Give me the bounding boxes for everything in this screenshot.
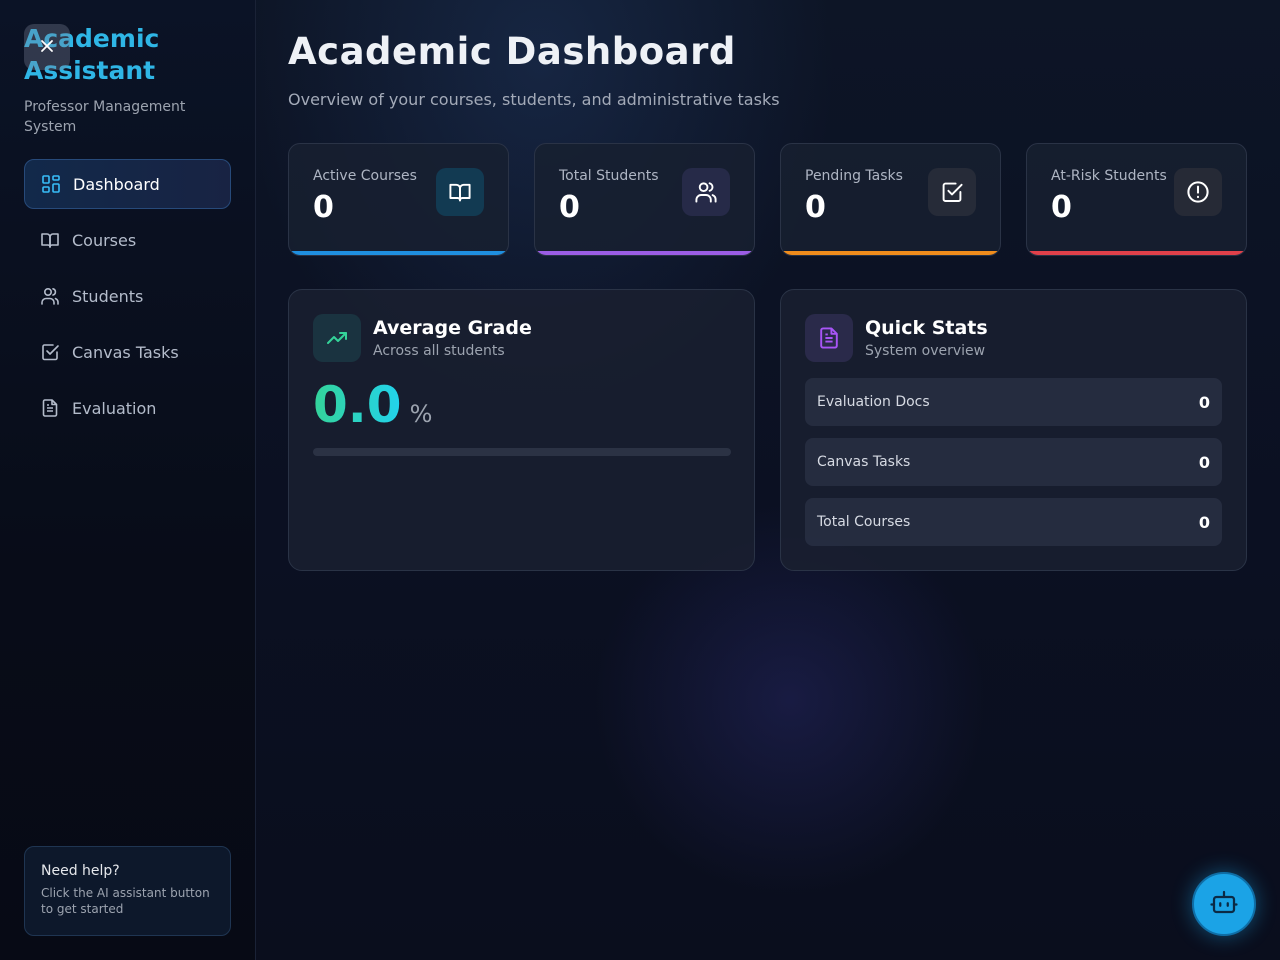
sidebar: Academic Assistant Professor Management … <box>0 0 256 960</box>
stat-card-at-risk-students[interactable]: At-Risk Students 0 <box>1026 143 1247 256</box>
brand-subtitle: Professor Management System <box>24 99 186 135</box>
close-icon <box>39 35 55 59</box>
stat-accent-bar <box>535 251 754 255</box>
help-title: Need help? <box>41 863 120 879</box>
stat-accent-bar <box>781 251 1000 255</box>
sidebar-item-label: Students <box>72 286 144 306</box>
sidebar-item-label: Dashboard <box>73 174 160 194</box>
grade-unit: % <box>409 400 433 428</box>
sidebar-item-label: Evaluation <box>72 398 157 418</box>
stat-card-pending-tasks[interactable]: Pending Tasks 0 <box>780 143 1001 256</box>
book-icon <box>436 168 484 216</box>
quick-stat-value: 0 <box>1198 512 1210 532</box>
grade-progress-bar <box>313 448 731 456</box>
page-subtitle: Overview of your courses, students, and … <box>288 90 780 109</box>
quick-stat-label: Evaluation Docs <box>817 394 930 410</box>
users-icon <box>40 286 60 306</box>
quick-stat-value: 0 <box>1198 392 1210 412</box>
quick-stat-value: 0 <box>1198 452 1210 472</box>
book-icon <box>40 230 60 250</box>
panel-header: Quick Stats System overview <box>805 314 1222 362</box>
average-grade-panel: Average Grade Across all students 0.0 % <box>288 289 755 571</box>
stat-accent-bar <box>289 251 508 255</box>
document-icon <box>40 398 60 418</box>
panels: Average Grade Across all students 0.0 % <box>288 289 1248 571</box>
help-text: Click the AI assistant button to get sta… <box>41 886 210 916</box>
grade-value: 0.0 <box>313 376 402 434</box>
grade-readout: 0.0 % <box>313 376 730 434</box>
users-icon <box>682 168 730 216</box>
help-card: Need help? Click the AI assistant button… <box>24 846 231 936</box>
sidebar-nav: Dashboard Courses Students Canvas Tasks <box>24 159 231 433</box>
stat-accent-bar <box>1027 251 1246 255</box>
sidebar-item-label: Canvas Tasks <box>72 342 179 362</box>
panel-subtitle: Across all students <box>373 343 505 359</box>
quick-stats-list: Evaluation Docs 0 Canvas Tasks 0 Total C… <box>805 378 1222 546</box>
stat-card-total-students[interactable]: Total Students 0 <box>534 143 755 256</box>
bot-icon <box>1209 887 1239 921</box>
stat-card-active-courses[interactable]: Active Courses 0 <box>288 143 509 256</box>
stat-cards: Active Courses 0 Total Students 0 Pendin… <box>288 143 1248 256</box>
document-icon <box>805 314 853 362</box>
quick-stat-label: Canvas Tasks <box>817 454 911 470</box>
quick-stats-panel: Quick Stats System overview Evaluation D… <box>780 289 1247 571</box>
list-item: Total Courses 0 <box>805 498 1222 546</box>
sidebar-item-courses[interactable]: Courses <box>24 215 231 265</box>
sidebar-item-canvas-tasks[interactable]: Canvas Tasks <box>24 327 231 377</box>
check-square-icon <box>40 342 60 362</box>
sidebar-item-label: Courses <box>72 230 137 250</box>
alert-circle-icon <box>1174 168 1222 216</box>
sidebar-item-dashboard[interactable]: Dashboard <box>24 159 231 209</box>
page-title: Academic Dashboard <box>288 30 736 73</box>
sidebar-item-evaluation[interactable]: Evaluation <box>24 383 231 433</box>
panel-header: Average Grade Across all students <box>313 314 730 362</box>
quick-stat-label: Total Courses <box>817 514 911 530</box>
panel-title: Quick Stats <box>865 317 988 339</box>
list-item: Evaluation Docs 0 <box>805 378 1222 426</box>
check-square-icon <box>928 168 976 216</box>
close-sidebar-button[interactable] <box>24 24 70 70</box>
trending-up-icon <box>313 314 361 362</box>
grid-icon <box>41 174 61 194</box>
main-content: Academic Dashboard Overview of your cour… <box>256 0 1280 960</box>
sidebar-item-students[interactable]: Students <box>24 271 231 321</box>
ai-assistant-button[interactable] <box>1192 872 1256 936</box>
panel-subtitle: System overview <box>865 343 986 359</box>
list-item: Canvas Tasks 0 <box>805 438 1222 486</box>
panel-title: Average Grade <box>373 317 532 339</box>
